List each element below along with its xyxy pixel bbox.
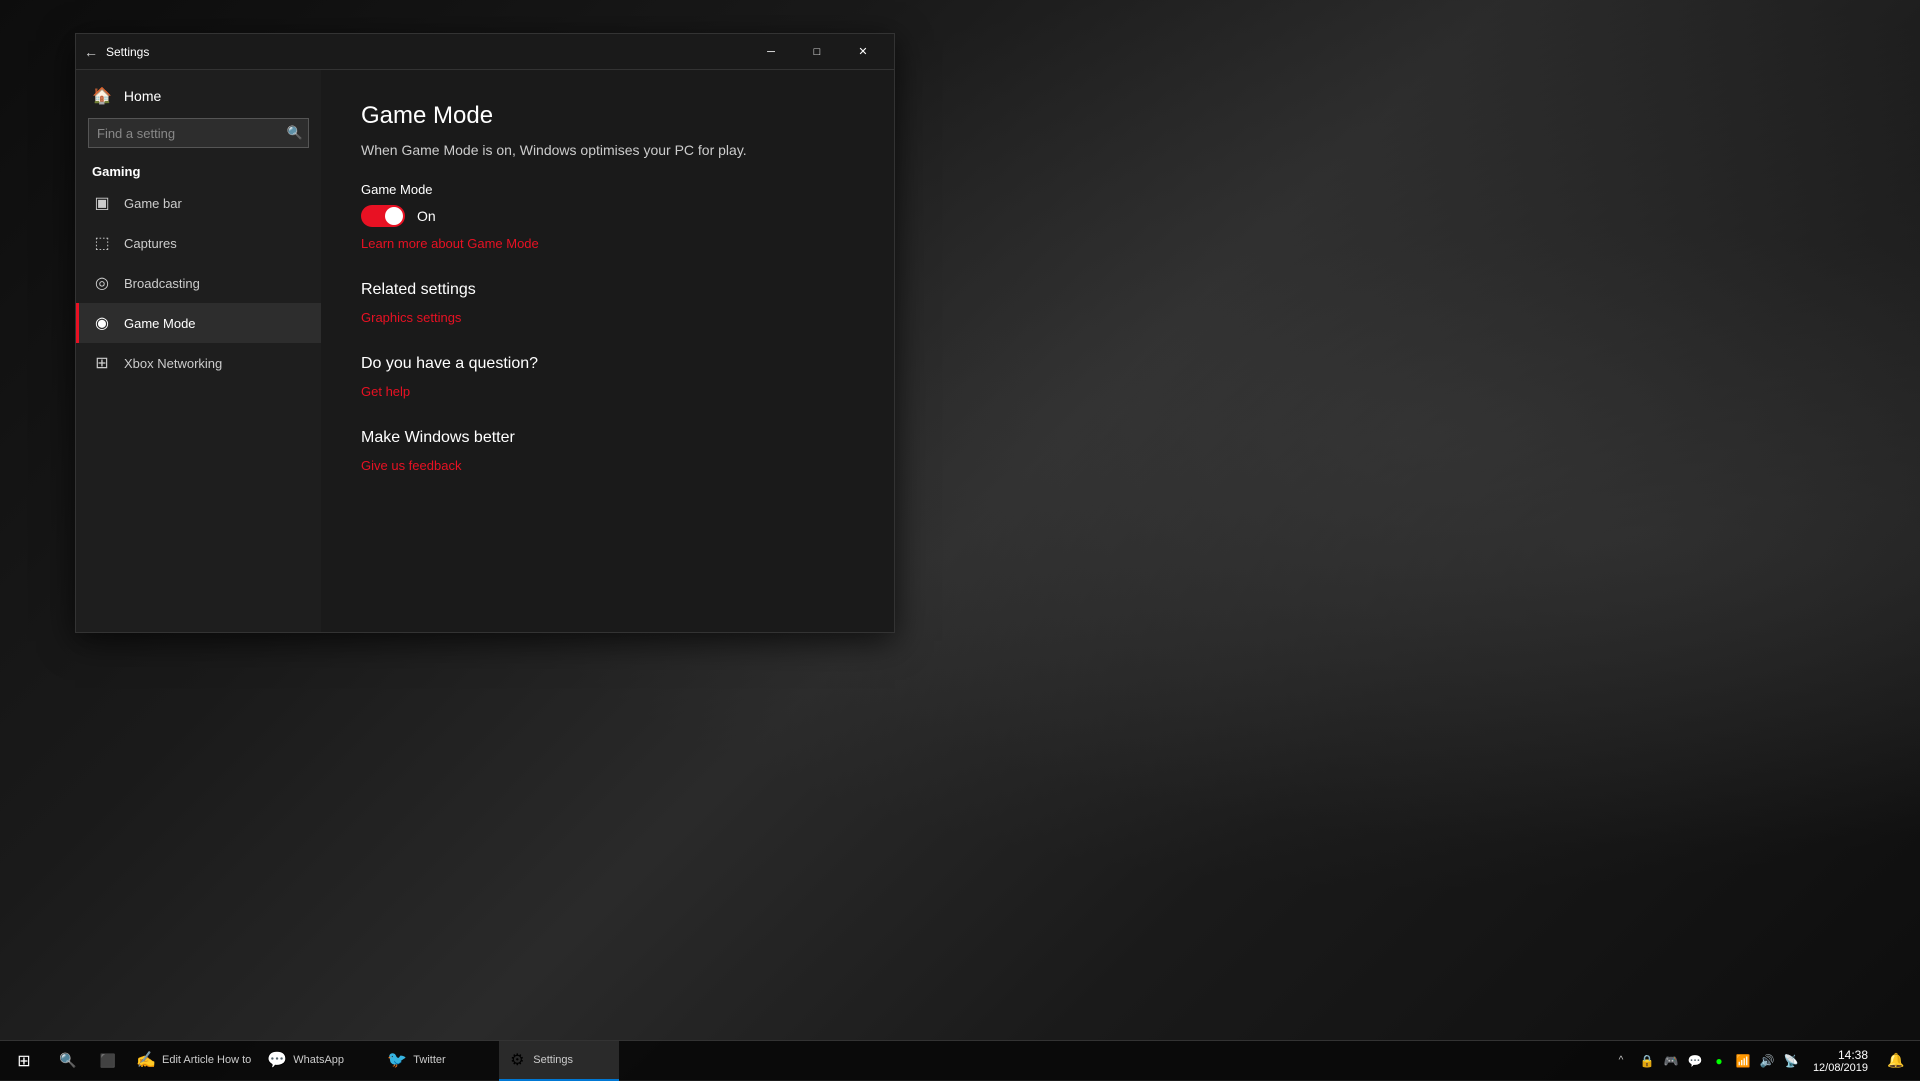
tray-icon-green[interactable]: ● bbox=[1709, 1041, 1729, 1081]
setting-label: Game Mode bbox=[361, 182, 854, 197]
sidebar-section-title: Gaming bbox=[76, 156, 321, 183]
get-help-link[interactable]: Get help bbox=[361, 384, 410, 399]
close-button[interactable]: ✕ bbox=[840, 34, 886, 70]
tray-date: 12/08/2019 bbox=[1813, 1062, 1868, 1074]
sidebar-item-label: Game bar bbox=[124, 196, 182, 211]
sidebar-item-label: Broadcasting bbox=[124, 276, 200, 291]
tray-icon-network[interactable]: 📶 bbox=[1733, 1041, 1753, 1081]
game-mode-icon: ◉ bbox=[92, 313, 112, 333]
settings-icon: ⚙ bbox=[507, 1050, 527, 1070]
home-label: Home bbox=[124, 88, 161, 104]
toggle-row: On bbox=[361, 205, 854, 227]
notification-button[interactable]: 🔔 bbox=[1880, 1041, 1912, 1081]
taskbar-search-button[interactable]: 🔍 bbox=[48, 1041, 88, 1081]
tray-icon-gaming[interactable]: 🎮 bbox=[1661, 1041, 1681, 1081]
toggle-knob bbox=[385, 207, 403, 225]
game-mode-setting: Game Mode On bbox=[361, 182, 854, 227]
sidebar-item-game-bar[interactable]: ▣ Game bar bbox=[76, 183, 321, 223]
tray-time: 14:38 bbox=[1838, 1048, 1868, 1062]
tray-icon-wifi[interactable]: 📡 bbox=[1781, 1041, 1801, 1081]
maximize-button[interactable]: □ bbox=[794, 34, 840, 70]
broadcasting-icon: ◎ bbox=[92, 273, 112, 293]
give-feedback-link[interactable]: Give us feedback bbox=[361, 458, 461, 473]
sidebar-item-game-mode[interactable]: ◉ Game Mode bbox=[76, 303, 321, 343]
twitter-icon: 🐦 bbox=[387, 1050, 407, 1070]
sidebar-item-label: Captures bbox=[124, 236, 177, 251]
settings-label: Settings bbox=[533, 1054, 573, 1066]
settings-window: ← Settings ─ □ ✕ 🏠 Home 🔍 Gaming ▣ Game … bbox=[75, 33, 895, 633]
taskbar: ⊞ 🔍 ⬛ ✍ Edit Article How to 💬 WhatsApp 🐦… bbox=[0, 1040, 1920, 1080]
learn-more-link[interactable]: Learn more about Game Mode bbox=[361, 236, 539, 251]
sidebar-item-label: Game Mode bbox=[124, 316, 196, 331]
graphics-settings-link[interactable]: Graphics settings bbox=[361, 310, 461, 325]
taskbar-app-twitter[interactable]: 🐦 Twitter bbox=[379, 1041, 499, 1081]
edit-article-icon: ✍ bbox=[136, 1050, 156, 1070]
window-controls: ─ □ ✕ bbox=[748, 34, 886, 70]
tray-clock[interactable]: 14:38 12/08/2019 bbox=[1805, 1041, 1876, 1081]
tray-icon-security[interactable]: 🔒 bbox=[1637, 1041, 1657, 1081]
search-icon: 🔍 bbox=[287, 125, 303, 141]
page-description: When Game Mode is on, Windows optimises … bbox=[361, 142, 854, 158]
tray-icon-volume[interactable]: 🔊 bbox=[1757, 1041, 1777, 1081]
game-mode-toggle[interactable] bbox=[361, 205, 405, 227]
title-bar: ← Settings ─ □ ✕ bbox=[76, 34, 894, 70]
sidebar-home[interactable]: 🏠 Home bbox=[76, 78, 321, 114]
toggle-state-label: On bbox=[417, 208, 436, 224]
related-settings-title: Related settings bbox=[361, 281, 854, 299]
whatsapp-label: WhatsApp bbox=[293, 1054, 344, 1066]
home-icon: 🏠 bbox=[92, 86, 112, 106]
taskbar-app-edit-article[interactable]: ✍ Edit Article How to bbox=[128, 1041, 259, 1081]
twitter-label: Twitter bbox=[413, 1054, 445, 1066]
tray-expand-button[interactable]: ^ bbox=[1609, 1041, 1633, 1081]
back-button[interactable]: ← bbox=[84, 44, 98, 60]
sidebar: 🏠 Home 🔍 Gaming ▣ Game bar ⬚ Captures ◎ … bbox=[76, 70, 321, 632]
sidebar-item-broadcasting[interactable]: ◎ Broadcasting bbox=[76, 263, 321, 303]
game-bar-icon: ▣ bbox=[92, 193, 112, 213]
taskbar-apps: ✍ Edit Article How to 💬 WhatsApp 🐦 Twitt… bbox=[128, 1041, 1601, 1081]
window-title: Settings bbox=[106, 45, 748, 59]
taskbar-app-whatsapp[interactable]: 💬 WhatsApp bbox=[259, 1041, 379, 1081]
sidebar-item-label: Xbox Networking bbox=[124, 356, 222, 371]
sidebar-item-xbox-networking[interactable]: ⊞ Xbox Networking bbox=[76, 343, 321, 383]
captures-icon: ⬚ bbox=[92, 233, 112, 253]
sidebar-item-captures[interactable]: ⬚ Captures bbox=[76, 223, 321, 263]
edit-article-label: Edit Article How to bbox=[162, 1054, 251, 1066]
feedback-title: Make Windows better bbox=[361, 429, 854, 447]
main-content: Game Mode When Game Mode is on, Windows … bbox=[321, 70, 894, 632]
start-button[interactable]: ⊞ bbox=[0, 1041, 48, 1081]
sidebar-search-container: 🔍 bbox=[88, 118, 309, 148]
question-title: Do you have a question? bbox=[361, 355, 854, 373]
whatsapp-icon: 💬 bbox=[267, 1050, 287, 1070]
minimize-button[interactable]: ─ bbox=[748, 34, 794, 70]
task-view-button[interactable]: ⬛ bbox=[88, 1041, 128, 1081]
window-body: 🏠 Home 🔍 Gaming ▣ Game bar ⬚ Captures ◎ … bbox=[76, 70, 894, 632]
system-tray: ^ 🔒 🎮 💬 ● 📶 🔊 📡 14:38 12/08/2019 🔔 bbox=[1601, 1041, 1920, 1081]
page-title: Game Mode bbox=[361, 102, 854, 130]
taskbar-app-settings[interactable]: ⚙ Settings bbox=[499, 1041, 619, 1081]
search-input[interactable] bbox=[88, 118, 309, 148]
tray-icon-chat[interactable]: 💬 bbox=[1685, 1041, 1705, 1081]
xbox-networking-icon: ⊞ bbox=[92, 353, 112, 373]
